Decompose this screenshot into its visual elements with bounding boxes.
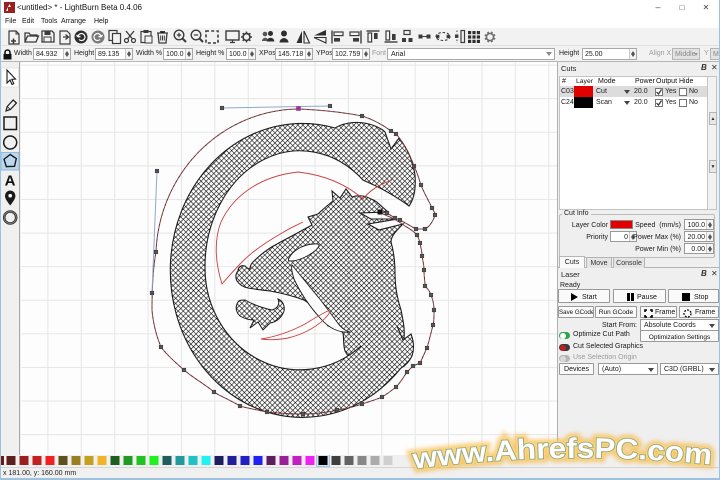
svg-text:A: A	[5, 173, 16, 190]
